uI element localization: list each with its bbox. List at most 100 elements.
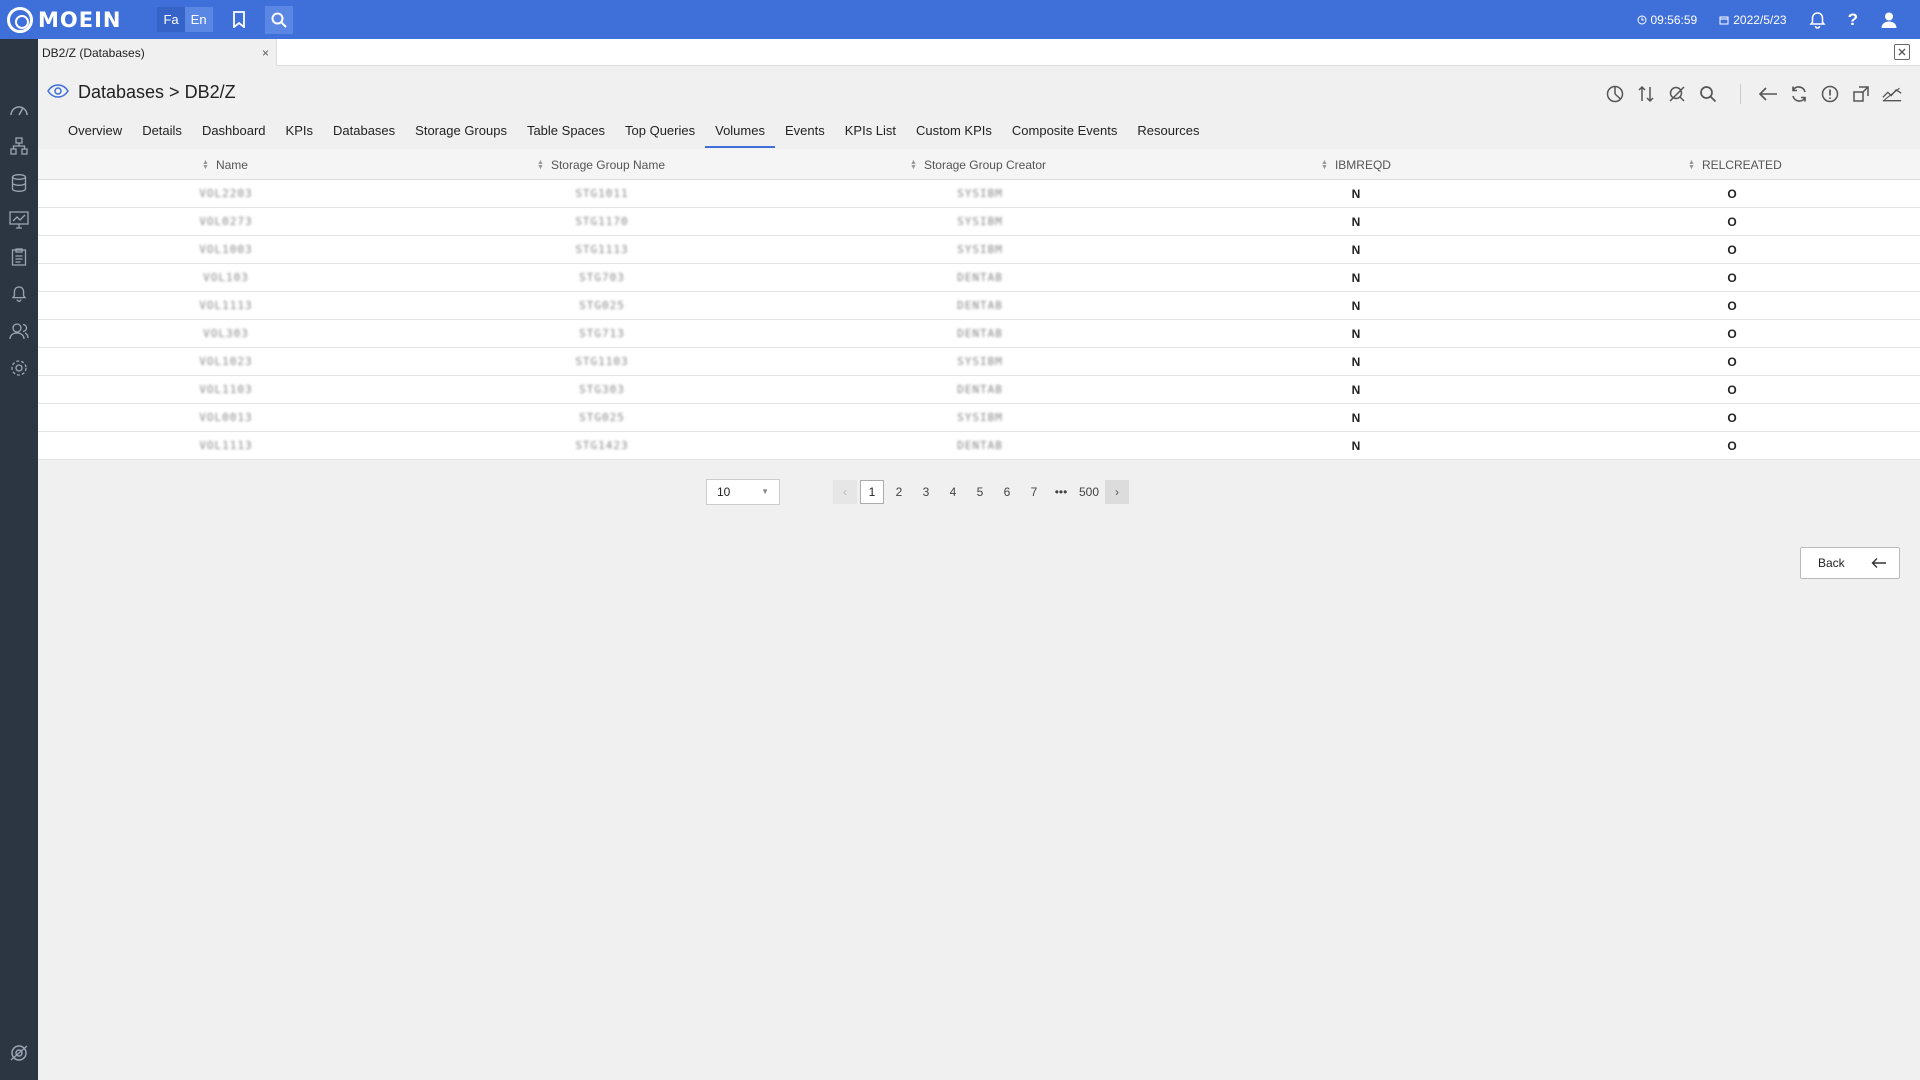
monitor-icon[interactable] [9,210,29,230]
search-table-icon[interactable] [1698,84,1718,104]
chart-pie-icon[interactable] [1605,84,1625,104]
page-ellipsis[interactable]: ••• [1049,480,1073,504]
tab-volumes[interactable]: Volumes [705,118,775,148]
tab-overview[interactable]: Overview [58,118,132,148]
table-cell: DENTAB [957,299,1003,312]
bell-icon[interactable] [1809,11,1826,29]
language-switch: Fa En [157,7,213,32]
page-button[interactable]: 500 [1076,480,1102,504]
table-row[interactable]: VOL0013 STG025 SYSIBM N O [38,404,1920,432]
table-cell: VOL103 [203,271,249,284]
page-button[interactable]: 1 [860,480,884,504]
tab-composite-events[interactable]: Composite Events [1002,118,1128,148]
tab-kpis[interactable]: KPIs [276,118,323,148]
table-row[interactable]: VOL1023 STG1103 SYSIBM N O [38,348,1920,376]
table-cell: N [1351,327,1361,341]
sort-icon[interactable]: ▲ ▼ [202,159,209,171]
prev-page-icon[interactable]: ‹ [833,480,857,504]
page-button[interactable]: 2 [887,480,911,504]
page-size-select[interactable]: 10 ▼ [706,479,780,505]
sort-icon[interactable]: ▲ ▼ [1688,159,1695,171]
search-icon[interactable] [264,5,293,34]
bookmark-icon[interactable] [225,6,253,34]
column-header-label: Storage Group Creator [923,157,1046,172]
next-page-icon[interactable]: › [1105,480,1130,504]
table-cell: SYSIBM [957,411,1003,424]
tab-databases[interactable]: Databases [323,118,405,148]
help-icon[interactable]: ? [1848,10,1858,30]
trend-chart-icon[interactable] [1882,84,1902,104]
table-cell: SYSIBM [957,355,1003,368]
tab-top-queries[interactable]: Top Queries [615,118,705,148]
dashboard-gauge-icon[interactable] [9,99,29,119]
tab-kpis-list[interactable]: KPIs List [835,118,906,148]
volumes-table: ▲ ▼ Name ▲ ▼ Storage Group Name ▲ ▼ Storage… [38,149,1920,460]
column-header-ibmreqd[interactable]: ▲ ▼ IBMREQD [1321,149,1391,180]
table-cell: O [1727,215,1737,229]
back-arrow-icon[interactable] [1758,84,1778,104]
sort-icon[interactable]: ▲ ▼ [537,159,544,171]
document-tab-db2z[interactable]: DB2/Z (Databases) × [38,39,277,66]
table-cell: N [1351,243,1361,257]
table-cell: VOL1103 [199,383,253,396]
table-row[interactable]: VOL2203 STG1011 SYSIBM N O [38,180,1920,208]
column-header-relcreated[interactable]: ▲ ▼ RELCREATED [1688,149,1782,180]
report-icon[interactable] [9,247,29,267]
tab-resources[interactable]: Resources [1127,118,1209,148]
table-row[interactable]: VOL1113 STG1423 DENTAB N O [38,432,1920,460]
back-button[interactable]: Back [1800,547,1900,579]
calendar-icon [1719,16,1729,24]
table-cell: O [1727,355,1737,369]
page-button[interactable]: 4 [941,480,965,504]
tab-storage-groups[interactable]: Storage Groups [405,118,517,148]
sort-icon[interactable]: ▲ ▼ [910,159,917,171]
column-header-label: Name [215,157,248,172]
app-logo[interactable]: MOEIN [7,0,121,39]
column-header-storage-group-creator[interactable]: ▲ ▼ Storage Group Creator [910,149,1046,180]
sort-columns-icon[interactable] [1636,84,1656,104]
close-all-tabs-icon[interactable] [1894,44,1910,60]
logo-bottom-icon[interactable] [9,1043,29,1063]
filter-off-icon[interactable] [1667,84,1687,104]
table-row[interactable]: VOL303 STG713 DENTAB N O [38,320,1920,348]
tab-table-spaces[interactable]: Table Spaces [517,118,615,148]
settings-icon[interactable] [9,358,29,378]
table-cell: VOL1113 [199,299,253,312]
page-button[interactable]: 5 [968,480,992,504]
database-icon[interactable] [9,173,29,193]
page-button[interactable]: 3 [914,480,938,504]
column-header-label: RELCREATED [1701,157,1782,172]
page-button[interactable]: 7 [1022,480,1046,504]
tab-dashboard[interactable]: Dashboard [192,118,276,148]
table-row[interactable]: VOL1113 STG025 DENTAB N O [38,292,1920,320]
column-header-name[interactable]: ▲ ▼ Name [202,149,248,180]
topology-icon[interactable] [9,136,29,156]
table-row[interactable]: VOL0273 STG1170 SYSIBM N O [38,208,1920,236]
resize-window-icon[interactable] [1851,84,1871,104]
tab-events[interactable]: Events [775,118,835,148]
sort-icon[interactable]: ▲ ▼ [1321,159,1328,171]
tab-details[interactable]: Details [132,118,192,148]
table-row[interactable]: VOL1003 STG1113 SYSIBM N O [38,236,1920,264]
table-cell: STG1103 [575,355,629,368]
lang-en-button[interactable]: En [184,7,213,32]
page-button[interactable]: 6 [995,480,1019,504]
info-icon[interactable] [1820,84,1840,104]
table-cell: SYSIBM [957,243,1003,256]
eye-icon[interactable] [47,84,69,101]
table-row[interactable]: VOL103 STG703 DENTAB N O [38,264,1920,292]
table-row[interactable]: VOL1103 STG303 DENTAB N O [38,376,1920,404]
table-cell: STG713 [579,327,625,340]
table-cell: O [1727,243,1737,257]
alert-bell-icon[interactable] [9,284,29,304]
close-icon[interactable]: × [262,46,269,60]
lang-fa-button[interactable]: Fa [157,7,185,32]
document-tab-strip: DB2/Z (Databases) × [38,39,1920,66]
column-header-storage-group-name[interactable]: ▲ ▼ Storage Group Name [537,149,665,180]
refresh-icon[interactable] [1789,84,1809,104]
table-cell: N [1351,355,1361,369]
user-icon[interactable] [1880,11,1898,29]
users-icon[interactable] [9,321,29,341]
pagination: 10 ▼ ‹ 1 2 3 4 5 6 7 ••• 500 › [38,478,1920,508]
tab-custom-kpis[interactable]: Custom KPIs [906,118,1002,148]
